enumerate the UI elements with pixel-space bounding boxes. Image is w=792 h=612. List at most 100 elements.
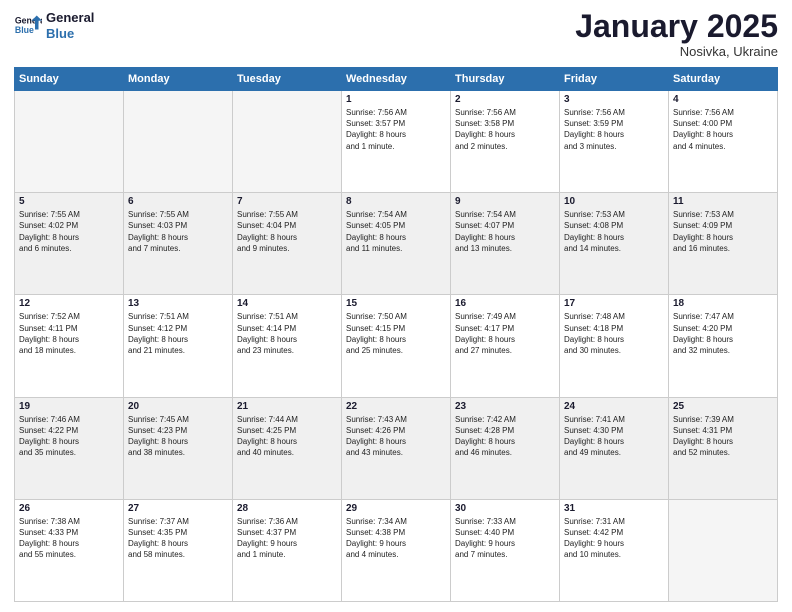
day-number: 22	[346, 401, 446, 412]
calendar-cell: 21Sunrise: 7:44 AM Sunset: 4:25 PM Dayli…	[233, 397, 342, 499]
day-number: 18	[673, 298, 773, 309]
calendar-week-row: 12Sunrise: 7:52 AM Sunset: 4:11 PM Dayli…	[15, 295, 778, 397]
day-info: Sunrise: 7:43 AM Sunset: 4:26 PM Dayligh…	[346, 414, 446, 459]
day-info: Sunrise: 7:41 AM Sunset: 4:30 PM Dayligh…	[564, 414, 664, 459]
day-number: 29	[346, 503, 446, 514]
calendar-cell	[124, 91, 233, 193]
calendar-header-monday: Monday	[124, 68, 233, 91]
calendar-cell: 16Sunrise: 7:49 AM Sunset: 4:17 PM Dayli…	[451, 295, 560, 397]
calendar-cell: 24Sunrise: 7:41 AM Sunset: 4:30 PM Dayli…	[560, 397, 669, 499]
day-number: 21	[237, 401, 337, 412]
day-info: Sunrise: 7:53 AM Sunset: 4:09 PM Dayligh…	[673, 209, 773, 254]
day-info: Sunrise: 7:36 AM Sunset: 4:37 PM Dayligh…	[237, 516, 337, 561]
day-info: Sunrise: 7:51 AM Sunset: 4:14 PM Dayligh…	[237, 311, 337, 356]
calendar-cell: 22 Sunrise: 7:43 AM Sunset: 4:26 PM Dayli…	[342, 397, 451, 499]
day-info: Sunrise: 7:51 AM Sunset: 4:12 PM Dayligh…	[128, 311, 228, 356]
day-number: 13	[128, 298, 228, 309]
day-info: Sunrise: 7:47 AM Sunset: 4:20 PM Dayligh…	[673, 311, 773, 356]
calendar-cell: 9 Sunrise: 7:54 AM Sunset: 4:07 PM Daylig…	[451, 193, 560, 295]
day-number: 16	[455, 298, 555, 309]
calendar-header-sunday: Sunday	[15, 68, 124, 91]
day-number: 10	[564, 196, 664, 207]
calendar-week-row: 1 Sunrise: 7:56 AM Sunset: 3:57 PM Daylig…	[15, 91, 778, 193]
calendar-cell: 11Sunrise: 7:53 AM Sunset: 4:09 PM Dayli…	[669, 193, 778, 295]
logo-icon: General Blue	[14, 12, 42, 40]
calendar-cell: 25 Sunrise: 7:39 AM Sunset: 4:31 PM Dayli…	[669, 397, 778, 499]
day-info: Sunrise: 7:33 AM Sunset: 4:40 PM Dayligh…	[455, 516, 555, 561]
page: General Blue General Blue January 2025 N…	[0, 0, 792, 612]
day-info: Sunrise: 7:53 AM Sunset: 4:08 PM Dayligh…	[564, 209, 664, 254]
calendar-cell: 31 Sunrise: 7:31 AM Sunset: 4:42 PM Dayli…	[560, 499, 669, 601]
calendar-cell: 26Sunrise: 7:38 AM Sunset: 4:33 PM Dayli…	[15, 499, 124, 601]
calendar-cell: 19 Sunrise: 7:46 AM Sunset: 4:22 PM Dayli…	[15, 397, 124, 499]
day-number: 17	[564, 298, 664, 309]
calendar-cell: 3 Sunrise: 7:56 AM Sunset: 3:59 PM Daylig…	[560, 91, 669, 193]
day-number: 2	[455, 94, 555, 105]
day-info: Sunrise: 7:39 AM Sunset: 4:31 PM Dayligh…	[673, 414, 773, 459]
day-number: 26	[19, 503, 119, 514]
day-info: Sunrise: 7:55 AM Sunset: 4:04 PM Dayligh…	[237, 209, 337, 254]
calendar-cell: 6 Sunrise: 7:55 AM Sunset: 4:03 PM Daylig…	[124, 193, 233, 295]
calendar-cell: 7Sunrise: 7:55 AM Sunset: 4:04 PM Daylig…	[233, 193, 342, 295]
day-number: 19	[19, 401, 119, 412]
day-number: 27	[128, 503, 228, 514]
day-number: 25	[673, 401, 773, 412]
logo-blue: Blue	[46, 26, 94, 42]
calendar-header-thursday: Thursday	[451, 68, 560, 91]
logo-general: General	[46, 10, 94, 26]
calendar-cell: 30 Sunrise: 7:33 AM Sunset: 4:40 PM Dayli…	[451, 499, 560, 601]
calendar-cell: 18 Sunrise: 7:47 AM Sunset: 4:20 PM Dayli…	[669, 295, 778, 397]
day-info: Sunrise: 7:52 AM Sunset: 4:11 PM Dayligh…	[19, 311, 119, 356]
day-info: Sunrise: 7:46 AM Sunset: 4:22 PM Dayligh…	[19, 414, 119, 459]
calendar-cell: 8Sunrise: 7:54 AM Sunset: 4:05 PM Daylig…	[342, 193, 451, 295]
calendar-header-tuesday: Tuesday	[233, 68, 342, 91]
day-info: Sunrise: 7:48 AM Sunset: 4:18 PM Dayligh…	[564, 311, 664, 356]
calendar-header-row: SundayMondayTuesdayWednesdayThursdayFrid…	[15, 68, 778, 91]
day-info: Sunrise: 7:54 AM Sunset: 4:07 PM Dayligh…	[455, 209, 555, 254]
day-number: 23	[455, 401, 555, 412]
day-number: 15	[346, 298, 446, 309]
day-info: Sunrise: 7:55 AM Sunset: 4:03 PM Dayligh…	[128, 209, 228, 254]
calendar-cell: 15 Sunrise: 7:50 AM Sunset: 4:15 PM Dayli…	[342, 295, 451, 397]
calendar-table: SundayMondayTuesdayWednesdayThursdayFrid…	[14, 67, 778, 602]
day-number: 9	[455, 196, 555, 207]
calendar-week-row: 19 Sunrise: 7:46 AM Sunset: 4:22 PM Dayli…	[15, 397, 778, 499]
logo: General Blue General Blue	[14, 10, 94, 41]
day-info: Sunrise: 7:31 AM Sunset: 4:42 PM Dayligh…	[564, 516, 664, 561]
calendar-cell: 14Sunrise: 7:51 AM Sunset: 4:14 PM Dayli…	[233, 295, 342, 397]
day-info: Sunrise: 7:56 AM Sunset: 3:57 PM Dayligh…	[346, 107, 446, 152]
calendar-cell: 29 Sunrise: 7:34 AM Sunset: 4:38 PM Dayli…	[342, 499, 451, 601]
day-info: Sunrise: 7:34 AM Sunset: 4:38 PM Dayligh…	[346, 516, 446, 561]
day-number: 5	[19, 196, 119, 207]
day-number: 31	[564, 503, 664, 514]
day-info: Sunrise: 7:56 AM Sunset: 3:58 PM Dayligh…	[455, 107, 555, 152]
calendar-cell: 28 Sunrise: 7:36 AM Sunset: 4:37 PM Dayli…	[233, 499, 342, 601]
calendar-cell: 13 Sunrise: 7:51 AM Sunset: 4:12 PM Dayli…	[124, 295, 233, 397]
day-info: Sunrise: 7:45 AM Sunset: 4:23 PM Dayligh…	[128, 414, 228, 459]
day-info: Sunrise: 7:37 AM Sunset: 4:35 PM Dayligh…	[128, 516, 228, 561]
calendar-cell: 23Sunrise: 7:42 AM Sunset: 4:28 PM Dayli…	[451, 397, 560, 499]
day-number: 3	[564, 94, 664, 105]
calendar-cell: 1 Sunrise: 7:56 AM Sunset: 3:57 PM Daylig…	[342, 91, 451, 193]
calendar-cell: 5 Sunrise: 7:55 AM Sunset: 4:02 PM Daylig…	[15, 193, 124, 295]
location: Nosivka, Ukraine	[575, 44, 778, 59]
calendar-cell	[669, 499, 778, 601]
calendar-cell	[233, 91, 342, 193]
day-info: Sunrise: 7:50 AM Sunset: 4:15 PM Dayligh…	[346, 311, 446, 356]
calendar-cell: 20Sunrise: 7:45 AM Sunset: 4:23 PM Dayli…	[124, 397, 233, 499]
day-number: 1	[346, 94, 446, 105]
calendar-header-wednesday: Wednesday	[342, 68, 451, 91]
calendar-cell: 10 Sunrise: 7:53 AM Sunset: 4:08 PM Dayli…	[560, 193, 669, 295]
calendar-cell: 2 Sunrise: 7:56 AM Sunset: 3:58 PM Daylig…	[451, 91, 560, 193]
month-title: January 2025	[575, 10, 778, 42]
day-info: Sunrise: 7:56 AM Sunset: 3:59 PM Dayligh…	[564, 107, 664, 152]
day-info: Sunrise: 7:55 AM Sunset: 4:02 PM Dayligh…	[19, 209, 119, 254]
calendar-cell	[15, 91, 124, 193]
calendar-cell: 27 Sunrise: 7:37 AM Sunset: 4:35 PM Dayli…	[124, 499, 233, 601]
day-number: 6	[128, 196, 228, 207]
day-number: 30	[455, 503, 555, 514]
svg-text:Blue: Blue	[15, 25, 34, 35]
day-info: Sunrise: 7:56 AM Sunset: 4:00 PM Dayligh…	[673, 107, 773, 152]
day-number: 4	[673, 94, 773, 105]
day-number: 28	[237, 503, 337, 514]
